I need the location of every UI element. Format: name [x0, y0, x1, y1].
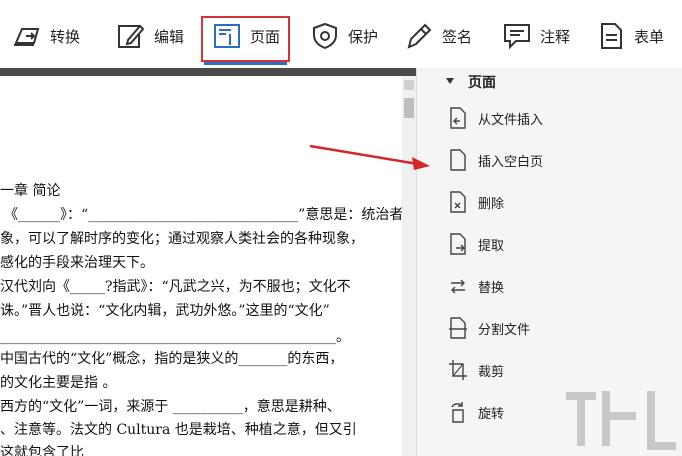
watermark-logo: [566, 391, 676, 450]
